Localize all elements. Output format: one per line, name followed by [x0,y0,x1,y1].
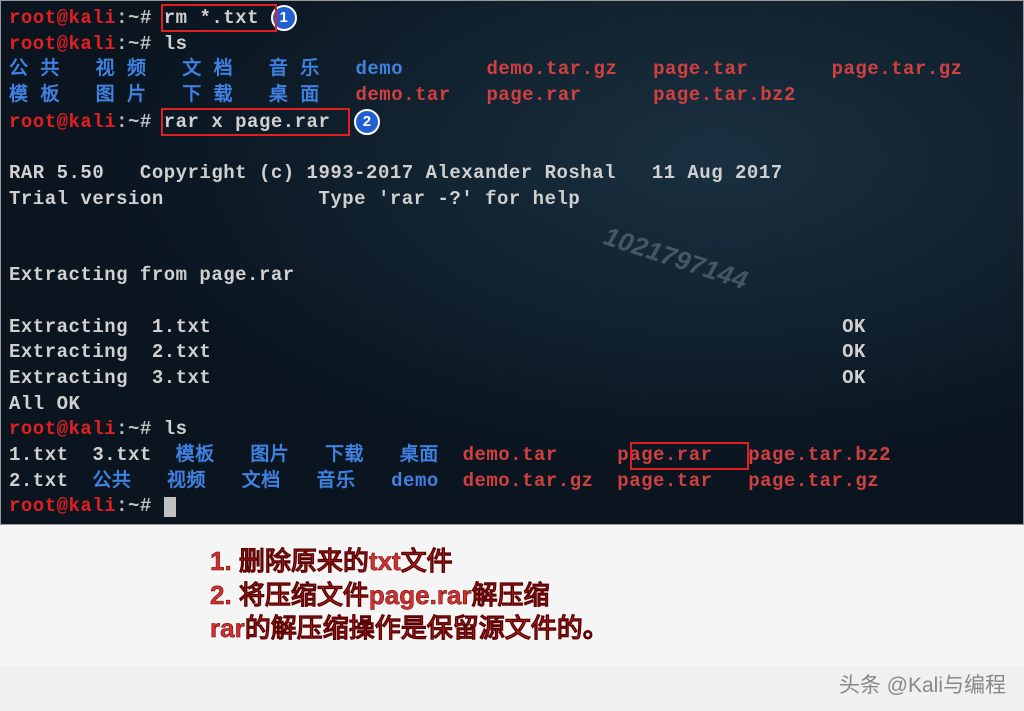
ls2-row1: 1.txt 3.txt 模板 图片 下载 桌面 demo.tar page.ra… [9,443,1015,469]
rar-header-1: RAR 5.50 Copyright (c) 1993-2017 Alexand… [9,161,1015,187]
rar-extract-2: Extracting 2.txt OK [9,340,1015,366]
prompt-path: ~ [128,7,140,29]
annotation-line-2: 2. 将压缩文件page.rar解压缩 [210,579,1024,613]
annotation-line-1: 1. 删除原来的txt文件 [210,545,1024,579]
prompt-line-final[interactable]: root@kali:~# [9,494,1015,520]
ls1-row1: 公 共 视 频 文 档 音 乐 demo demo.tar.gz page.ta… [9,57,1015,83]
rar-extract-1: Extracting 1.txt OK [9,315,1015,341]
prompt-sigil: # [140,7,164,29]
footer-credit: 头条 @Kali与编程 [839,669,1006,699]
badge-1: 1 [271,5,297,31]
cmd-rm: rm *.txt [164,7,259,29]
badge-2: 2 [354,109,380,135]
prompt-sep: : [116,7,128,29]
prompt-line-ls2: root@kali:~# ls [9,417,1015,443]
cmd-rar: rar x page.rar [164,111,331,133]
rar-extract-from: Extracting from page.rar [9,263,1015,289]
rar-header-2: Trial version Type 'rar -?' for help [9,187,1015,213]
cmd-ls1: ls [164,33,188,55]
cmd-ls2: ls [164,418,188,440]
annotation-panel: 1. 删除原来的txt文件 2. 将压缩文件page.rar解压缩 rar的解压… [0,525,1024,666]
annotation-line-3: rar的解压缩操作是保留源文件的。 [210,612,1024,646]
rar-extract-3: Extracting 3.txt OK [9,366,1015,392]
prompt-line-rar: root@kali:~# rar x page.rar 2 [9,109,1015,136]
cursor [164,497,176,517]
prompt-line-ls1: root@kali:~# ls [9,32,1015,58]
terminal-window[interactable]: 1021797144 root@kali:~# rm *.txt 1 root@… [0,0,1024,525]
ls1-row2: 模 板 图 片 下 载 桌 面 demo.tar page.rar page.t… [9,83,1015,109]
rar-done: All OK [9,392,1015,418]
prompt-user: root@kali [9,7,116,29]
ls2-row2: 2.txt 公共 视频 文档 音乐 demo demo.tar.gz page.… [9,469,1015,495]
prompt-line-rm: root@kali:~# rm *.txt 1 [9,5,1015,32]
